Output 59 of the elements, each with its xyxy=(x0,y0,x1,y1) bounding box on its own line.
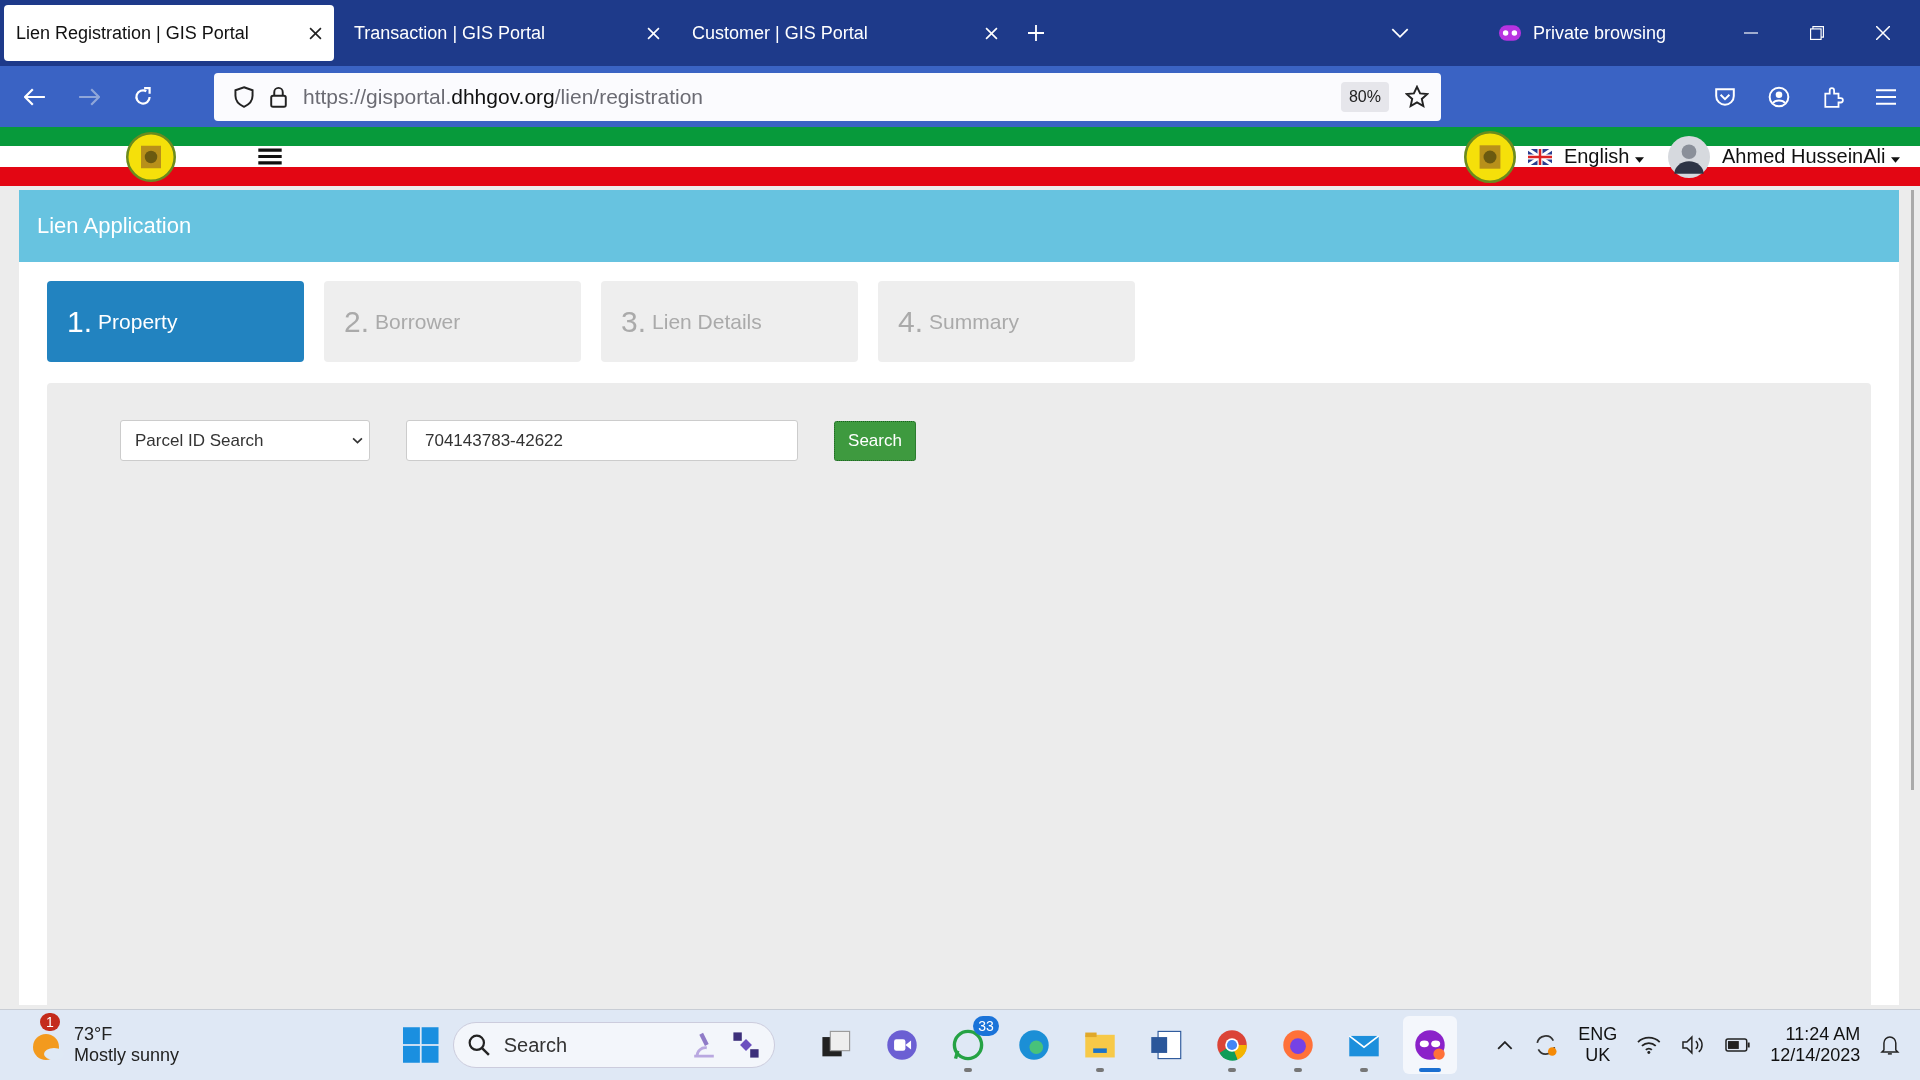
new-tab-icon[interactable] xyxy=(1028,25,1044,41)
input-language[interactable]: ENG xyxy=(1578,1024,1618,1045)
windows-start-icon[interactable] xyxy=(403,1027,439,1063)
language-dropdown[interactable]: English xyxy=(1563,145,1645,168)
clock-date[interactable]: 12/14/2023 xyxy=(1770,1045,1861,1066)
notification-count: 33 xyxy=(973,1016,999,1036)
browser-tab[interactable]: Transaction | GIS Portal xyxy=(342,5,672,61)
taskbar-app-button[interactable] xyxy=(1402,1016,1457,1074)
clock-time[interactable]: 11:24 AM xyxy=(1785,1024,1861,1045)
address-bar[interactable]: https://gisportal.dhhgov.org/lien/registration 80% xyxy=(214,72,1441,121)
search-button[interactable]: Search xyxy=(834,420,916,461)
restore-icon[interactable] xyxy=(1810,26,1824,40)
chevron-up-icon[interactable] xyxy=(1496,1040,1513,1050)
emblem-icon xyxy=(126,131,176,182)
uk-flag-icon xyxy=(1527,148,1552,165)
parcel-id-field[interactable]: 704143783-42622 xyxy=(406,420,798,461)
wizard-step[interactable]: 1. Property xyxy=(47,281,304,362)
reload-icon[interactable] xyxy=(132,85,154,108)
star-icon[interactable] xyxy=(1405,84,1429,109)
caret-icon xyxy=(1635,157,1645,163)
url-text: https://gisportal.dhhgov.org/lien/registration xyxy=(303,84,704,109)
search-icon xyxy=(467,1034,490,1056)
user-menu[interactable]: Ahmed HusseinAli xyxy=(1722,145,1900,168)
lock-icon xyxy=(270,85,287,108)
browser-tab[interactable]: Customer | GIS Portal xyxy=(680,5,1010,61)
browser-icon xyxy=(1214,1028,1249,1062)
search-type-dropdown[interactable]: Parcel ID Search xyxy=(120,420,370,461)
puzzle-icon[interactable] xyxy=(1822,85,1844,108)
battery-icon[interactable] xyxy=(1724,1038,1751,1052)
avatar-icon[interactable] xyxy=(1668,135,1711,178)
browser-icon xyxy=(1280,1028,1315,1062)
keyboard-region[interactable]: UK xyxy=(1585,1045,1611,1066)
temperature: 73°F xyxy=(74,1024,114,1045)
mask-icon xyxy=(1412,1028,1447,1062)
notification-bell-icon[interactable] xyxy=(1880,1034,1900,1056)
wifi-icon[interactable] xyxy=(1637,1036,1661,1054)
menu-icon[interactable] xyxy=(258,148,282,165)
pocket-icon[interactable] xyxy=(1714,86,1736,107)
close-icon[interactable] xyxy=(309,26,322,40)
zoom-level-badge[interactable]: 80% xyxy=(1340,81,1389,112)
word-document-icon xyxy=(1148,1028,1183,1062)
private-browsing-label: Private browsing xyxy=(1532,22,1666,44)
speaker-icon[interactable] xyxy=(1680,1035,1705,1055)
page-title-bar: Lien Application xyxy=(19,190,1899,262)
back-icon[interactable] xyxy=(24,87,46,106)
satellite-icon xyxy=(731,1031,760,1059)
mask-icon xyxy=(1498,25,1521,41)
caret-icon xyxy=(1891,157,1900,163)
account-icon[interactable] xyxy=(1768,85,1790,108)
video-chat-icon xyxy=(884,1028,919,1062)
chevron-down-icon xyxy=(352,437,363,444)
weather-condition: Mostly sunny xyxy=(74,1045,180,1066)
shield-icon[interactable] xyxy=(234,85,254,108)
notification-count: 1 xyxy=(40,1013,60,1031)
browser-icon xyxy=(1016,1028,1051,1062)
chevron-down-icon[interactable] xyxy=(1390,27,1409,39)
browser-tab[interactable]: Lien Registration | GIS Portal xyxy=(4,5,334,61)
taskbar-search-field[interactable]: Search xyxy=(452,1022,775,1068)
emblem-icon xyxy=(1463,130,1516,183)
